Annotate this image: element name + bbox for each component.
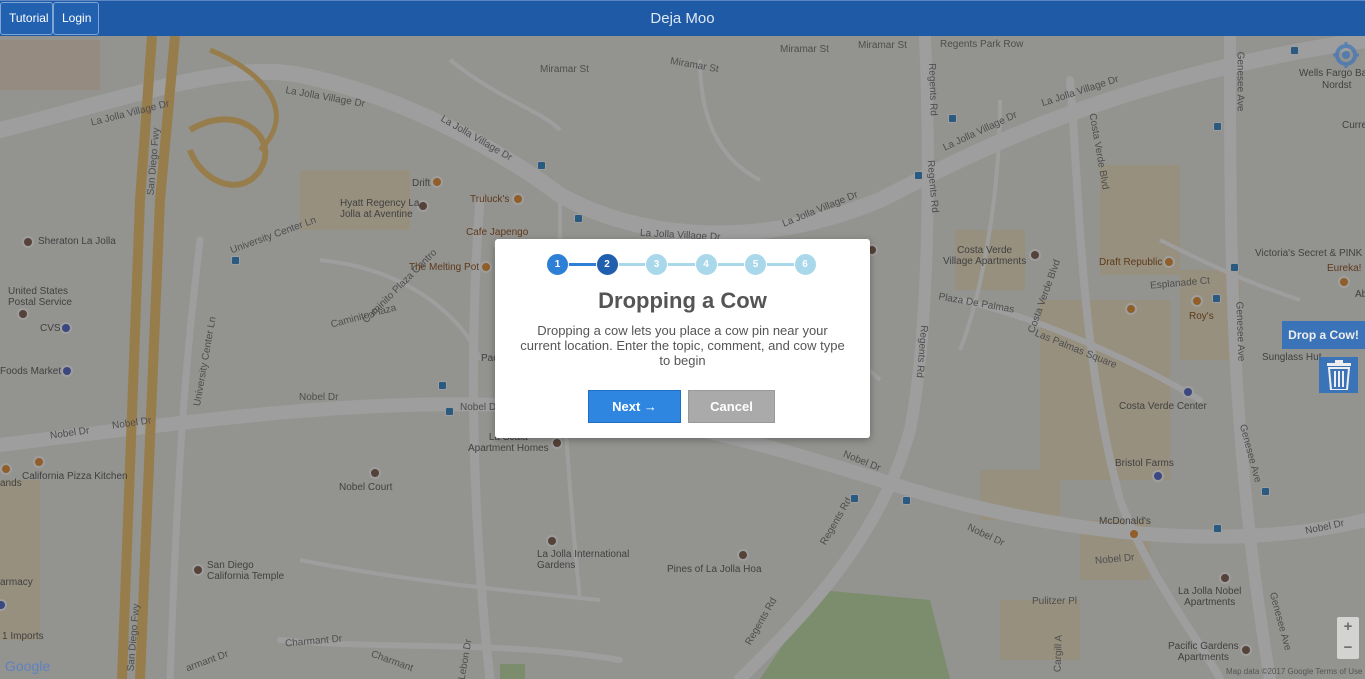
google-logo: Google [5,658,51,674]
step-4: 4 [694,253,718,276]
step-2: 2 [595,253,619,276]
tutorial-modal: 1 2 3 4 5 6 Dropping a Cow Dropping a cow let… [495,239,870,438]
zoom-in-button[interactable]: + [1337,617,1359,638]
app-root: Tutorial Login Deja Moo La Jolla Village… [0,0,1365,679]
map-attribution[interactable]: Map data ©2017 Google Terms of Use [1226,667,1363,676]
trash-button[interactable] [1319,357,1358,393]
settings-gear-icon[interactable] [1333,42,1359,68]
modal-title: Dropping a Cow [598,288,767,313]
top-navbar: Tutorial Login Deja Moo [0,0,1365,36]
zoom-control: + − [1337,617,1359,659]
next-button[interactable]: Next → [588,390,681,423]
step-6: 6 [793,253,817,276]
step-3: 3 [645,253,668,276]
step-5: 5 [744,253,767,276]
drop-cow-button[interactable]: Drop a Cow! [1282,321,1365,349]
app-title: Deja Moo [650,10,715,27]
step-1: 1 [546,253,569,276]
step-progress: 1 2 3 4 5 6 [546,253,818,277]
cancel-button[interactable]: Cancel [688,390,775,423]
modal-body-text: Dropping a cow lets you place a cow pin … [520,323,845,368]
trash-icon [1326,360,1351,390]
zoom-out-button[interactable]: − [1337,638,1359,659]
